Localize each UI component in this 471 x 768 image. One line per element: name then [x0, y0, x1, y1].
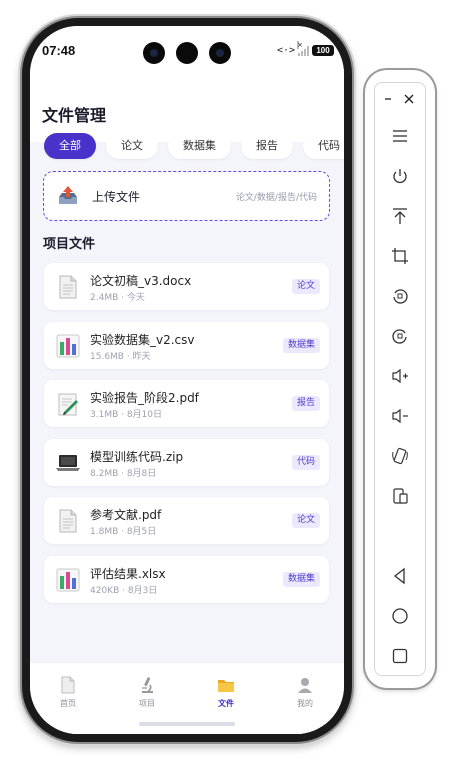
file-name: 模型训练代码.zip — [90, 449, 184, 464]
file-name: 参考文献.pdf — [90, 508, 162, 523]
back-icon — [393, 567, 405, 585]
status-bar: 07:48 <·> × 100 — [30, 26, 344, 88]
file-name: 论文初稿_v3.docx — [90, 274, 192, 288]
document-icon — [59, 275, 77, 299]
nav-files[interactable]: 文件 — [196, 675, 256, 709]
status-time: 07:48 — [42, 43, 76, 58]
file-tag-badge: 报告 — [291, 396, 320, 412]
volume-up-button[interactable] — [389, 365, 411, 387]
volume-down-icon — [392, 408, 408, 424]
tab-papers[interactable]: 论文 — [106, 133, 158, 159]
volume-up-icon — [392, 368, 408, 384]
tab-all[interactable]: 全部 — [44, 133, 96, 159]
laptop-icon — [56, 454, 80, 471]
crop-icon — [392, 248, 408, 264]
power-button[interactable] — [389, 165, 411, 187]
microscope-icon — [142, 677, 153, 693]
crop-button[interactable] — [389, 245, 411, 267]
shake-button[interactable] — [389, 445, 411, 467]
nav-label: 文件 — [218, 699, 234, 708]
folder-icon — [218, 680, 234, 692]
page-title: 文件管理 — [42, 106, 107, 125]
phone-screen: 07:48 <·> × 100 文件管理 全部 论文 数据集 报告 代码 上传文… — [30, 26, 344, 734]
file-row[interactable]: 参考文献.pdf 1.8MB · 8月5日 论文 — [44, 497, 329, 545]
rotate-right-icon — [392, 329, 407, 344]
file-meta: 420KB · 8月3日 — [90, 585, 158, 596]
volume-down-button[interactable] — [389, 405, 411, 427]
pin-to-top-button[interactable] — [389, 205, 411, 227]
memo-icon — [58, 393, 78, 416]
power-icon — [393, 169, 407, 184]
nav-label: 项目 — [139, 699, 155, 708]
file-tag-badge: 论文 — [291, 279, 320, 294]
upload-tray-icon — [59, 186, 77, 204]
bar-chart-icon — [56, 334, 80, 358]
phone-frame: 07:48 <·> × 100 文件管理 全部 论文 数据集 报告 代码 上传文… — [22, 18, 352, 742]
file-row[interactable]: 评估结果.xlsx 420KB · 8月3日 数据集 — [44, 555, 329, 603]
nav-label: 首页 — [60, 699, 76, 708]
close-icon[interactable] — [403, 93, 415, 105]
menu-button[interactable] — [389, 125, 411, 147]
minimize-icon[interactable] — [382, 93, 394, 105]
back-button[interactable] — [389, 565, 411, 587]
home-icon — [392, 608, 408, 624]
tab-code[interactable]: 代码 — [303, 133, 344, 159]
file-row[interactable]: 论文初稿_v3.docx 2.4MB · 今天 论文 — [44, 263, 329, 310]
emulator-toolbar-panel — [374, 82, 426, 676]
document-icon — [59, 509, 77, 533]
emulator-toolbar — [365, 70, 435, 688]
recents-button[interactable] — [389, 645, 411, 667]
shake-icon — [392, 447, 408, 465]
file-row[interactable]: 模型训练代码.zip 8.2MB · 8月8日 代码 — [44, 438, 329, 486]
rotate-right-button[interactable] — [389, 325, 411, 347]
recents-icon — [392, 648, 408, 664]
rotate-left-button[interactable] — [389, 285, 411, 307]
screenshot-icon — [393, 488, 408, 504]
front-camera-icon — [143, 42, 165, 64]
nav-home[interactable]: 首页 — [38, 675, 98, 709]
nav-profile[interactable]: 我的 — [275, 675, 335, 709]
upload-label: 上传文件 — [92, 190, 141, 204]
bar-chart-icon — [56, 568, 80, 592]
home-indicator — [139, 722, 235, 726]
tab-reports[interactable]: 报告 — [241, 133, 293, 159]
file-tag-badge: 数据集 — [282, 571, 320, 587]
front-camera-icon — [209, 42, 231, 64]
tab-datasets[interactable]: 数据集 — [168, 133, 231, 159]
file-tag-badge: 数据集 — [282, 337, 320, 353]
file-tag-badge: 代码 — [291, 454, 320, 470]
data-transfer-icon: <·> — [276, 45, 295, 56]
battery-icon: 100 — [312, 45, 334, 56]
upload-hint: 论文/数据/报告/代码 — [235, 193, 317, 203]
pin-to-top-icon — [393, 208, 407, 224]
file-name: 实验报告_阶段2.pdf — [90, 391, 199, 406]
file-meta: 15.6MB · 昨天 — [90, 351, 151, 362]
file-list: 论文初稿_v3.docx 2.4MB · 今天 论文 实验数据集_v2.csv … — [44, 263, 329, 615]
upload-file-button[interactable]: 上传文件 论文/数据/报告/代码 — [43, 171, 330, 221]
page-icon — [61, 676, 75, 694]
category-tabs: 全部 论文 数据集 报告 代码 — [44, 133, 344, 159]
file-name: 实验数据集_v2.csv — [90, 332, 195, 347]
signal-icon: × — [297, 40, 309, 56]
nav-label: 我的 — [297, 699, 313, 708]
front-sensor-icon — [176, 42, 198, 64]
file-meta: 2.4MB · 今天 — [90, 293, 145, 303]
menu-icon — [393, 130, 407, 142]
file-tag-badge: 论文 — [291, 513, 320, 529]
file-row[interactable]: 实验数据集_v2.csv 15.6MB · 昨天 数据集 — [44, 321, 329, 369]
file-row[interactable]: 实验报告_阶段2.pdf 3.1MB · 8月10日 报告 — [44, 380, 329, 428]
user-icon — [298, 678, 312, 693]
rotate-left-icon — [393, 289, 408, 304]
section-title: 项目文件 — [43, 237, 96, 252]
status-icons: <·> × 100 — [276, 40, 334, 56]
nav-projects[interactable]: 项目 — [117, 675, 177, 709]
home-button[interactable] — [389, 605, 411, 627]
file-meta: 3.1MB · 8月10日 — [90, 410, 163, 421]
file-name: 评估结果.xlsx — [90, 566, 166, 581]
bottom-nav: 首页 项目 文件 我的 — [30, 662, 344, 734]
file-meta: 8.2MB · 8月8日 — [90, 468, 157, 479]
screenshot-button[interactable] — [389, 485, 411, 507]
file-meta: 1.8MB · 8月5日 — [90, 527, 157, 538]
